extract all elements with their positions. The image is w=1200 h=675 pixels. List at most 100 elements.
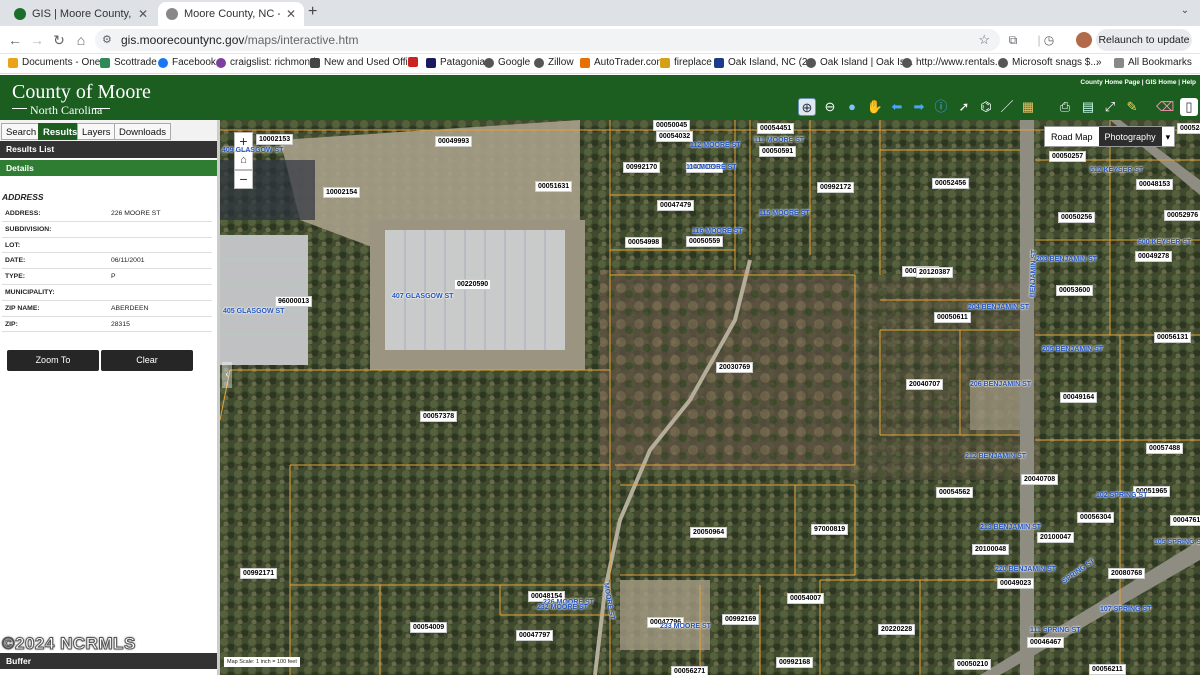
parcel-label[interactable]: 00053600 [1056,285,1094,296]
bookmark-item[interactable]: craigslist: richmond [216,57,316,68]
parcel-label[interactable]: 00052456 [932,178,970,189]
bookmark-item[interactable]: Scottrade [100,57,157,68]
road-map-button[interactable]: Road Map [1045,127,1099,146]
parcel-label[interactable]: 00047479 [657,200,695,211]
all-bookmarks[interactable]: All Bookmarks [1114,57,1192,68]
full-extent-globe-icon[interactable]: ● [843,98,861,116]
parcel-label[interactable]: 00056271 [671,666,709,675]
parcel-label[interactable]: 00050559 [686,236,724,247]
bookmark-item[interactable]: Google [484,57,530,68]
parcel-label[interactable]: 20040707 [906,379,944,390]
parcel-label[interactable]: 00992168 [776,657,814,668]
close-icon[interactable]: ✕ [138,7,148,21]
profile-avatar[interactable] [1076,32,1092,48]
parcel-label[interactable]: 00992169 [722,614,760,625]
markup-pencil-icon[interactable]: ✎ [1123,98,1141,116]
parcel-label[interactable]: 00050257 [1049,151,1087,162]
parcel-label[interactable]: 00050591 [759,146,797,157]
tab-search[interactable]: Search [1,123,42,140]
parcel-label[interactable]: 00052976 [1164,210,1200,221]
parcel-label[interactable]: 96000013 [275,296,313,307]
parcel-label[interactable]: 00049023 [997,578,1035,589]
reload-icon[interactable]: ↻ [50,31,68,49]
header-links[interactable]: County Home Page | GIS Home | Help [1080,79,1196,86]
details-header[interactable]: Details [0,160,219,176]
parcel-label[interactable]: 00046467 [1027,637,1065,648]
parcel-label[interactable]: 00047797 [516,630,554,641]
clear-graphics-icon[interactable]: ▯ [1180,98,1198,116]
map-zoom-out-button[interactable]: − [234,170,253,189]
parcel-label[interactable]: 00992172 [817,182,855,193]
parcel-label[interactable]: 00057488 [1146,443,1184,454]
home-icon[interactable]: ⌂ [72,31,90,49]
forward-arrow-icon[interactable]: → [28,31,46,49]
address-bar[interactable]: ⚙ gis.moorecountync.gov/maps/interactive… [95,29,1000,51]
parcel-label[interactable]: 00054451 [757,123,795,134]
previous-extent-icon[interactable]: ⬅ [888,98,906,116]
parcel-label[interactable]: 00047619 [1170,515,1200,526]
buffer-header[interactable]: Buffer [0,653,219,669]
street-view-icon[interactable]: ▦ [1019,98,1037,116]
select-arrow-icon[interactable]: ➚ [955,98,973,116]
parcel-label[interactable]: 00054009 [410,622,448,633]
parcel-label[interactable]: 20100047 [1037,532,1075,543]
browser-tab-gis[interactable]: GIS | Moore County, NC ✕ [6,2,156,26]
results-list-header[interactable]: Results List [0,141,219,158]
measure-icon[interactable]: ⌬ [977,98,995,116]
tab-search-chevron-icon[interactable]: ⌄ [1178,5,1192,19]
bookmark-item[interactable]: Microsoft snags $... [998,57,1099,68]
bookmark-item[interactable] [408,57,422,67]
bookmark-item[interactable]: New and Used Offi... [310,57,416,68]
parcel-label[interactable]: 00049278 [1135,251,1173,262]
parcel-label[interactable]: 20080768 [1108,568,1146,579]
history-icon[interactable]: ◷ [1040,31,1058,49]
browser-tab-webmap[interactable]: Moore County, NC - Web Ma ✕ [158,2,304,26]
bookmark-item[interactable]: AutoTrader.com [580,57,665,68]
parcel-label[interactable]: 00049993 [435,136,473,147]
parcel-label[interactable]: 00054562 [936,487,974,498]
xy-coordinate-icon[interactable]: ⤢ [1101,98,1119,116]
new-tab-icon[interactable]: + [308,3,317,21]
bookmarks-overflow[interactable]: » [1096,57,1102,68]
parcel-label[interactable]: 00057378 [420,411,458,422]
parcel-label[interactable]: 00050210 [954,659,992,670]
bookmark-item[interactable]: Documents - One... [8,57,109,68]
bookmark-item[interactable]: http://www.rentals... [902,57,1003,68]
parcel-label[interactable]: 20100048 [972,544,1010,555]
basemap-dropdown-chevron-icon[interactable]: ▾ [1162,127,1175,146]
parcel-label[interactable]: 10002153 [256,134,294,145]
collapse-panel-chevron-icon[interactable]: ‹ [222,362,232,388]
parcel-label[interactable]: 00051631 [535,181,573,192]
parcel-label[interactable]: 10002154 [323,187,361,198]
bookmark-item[interactable]: Patagonia [426,57,485,68]
parcel-label[interactable]: 20120387 [916,267,954,278]
parcel-label[interactable]: 00050045 [653,120,691,131]
parcel-label[interactable]: 00052440 [1177,123,1200,134]
clear-button[interactable]: Clear [101,350,193,371]
parcel-label[interactable]: 20030769 [716,362,754,373]
close-icon[interactable]: ✕ [286,7,296,21]
tab-results[interactable]: Results [38,123,83,140]
parcel-label[interactable]: 00054007 [787,593,825,604]
draw-line-icon[interactable]: ／ [998,98,1016,116]
tab-layers[interactable]: Layers [77,123,116,140]
county-logo-title[interactable]: County of Moore [12,81,151,104]
bookmark-item[interactable]: fireplace [660,57,712,68]
bookmark-star-icon[interactable]: ☆ [978,29,990,51]
parcel-label[interactable]: 00050611 [934,312,971,323]
site-info-icon[interactable]: ⚙ [102,29,112,51]
zoom-to-button[interactable]: Zoom To [7,350,99,371]
parcel-label[interactable]: 00054032 [656,131,694,142]
parcel-label[interactable]: 20220228 [878,624,916,635]
zoom-out-tool-icon[interactable]: ⊖ [821,98,839,116]
parcel-label[interactable]: 00056211 [1089,664,1126,675]
eraser-icon[interactable]: ⌫ [1156,98,1174,116]
print-icon[interactable]: ⎙ [1056,98,1074,116]
bookmark-item[interactable]: Oak Island, NC (2... [714,57,816,68]
export-icon[interactable]: ▤ [1079,98,1097,116]
parcel-label[interactable]: 00050256 [1058,212,1096,223]
pan-hand-icon[interactable]: ✋ [866,98,884,116]
parcel-label[interactable]: 00992170 [623,162,661,173]
tab-downloads[interactable]: Downloads [114,123,171,140]
parcel-label[interactable]: 00056131 [1154,332,1192,343]
